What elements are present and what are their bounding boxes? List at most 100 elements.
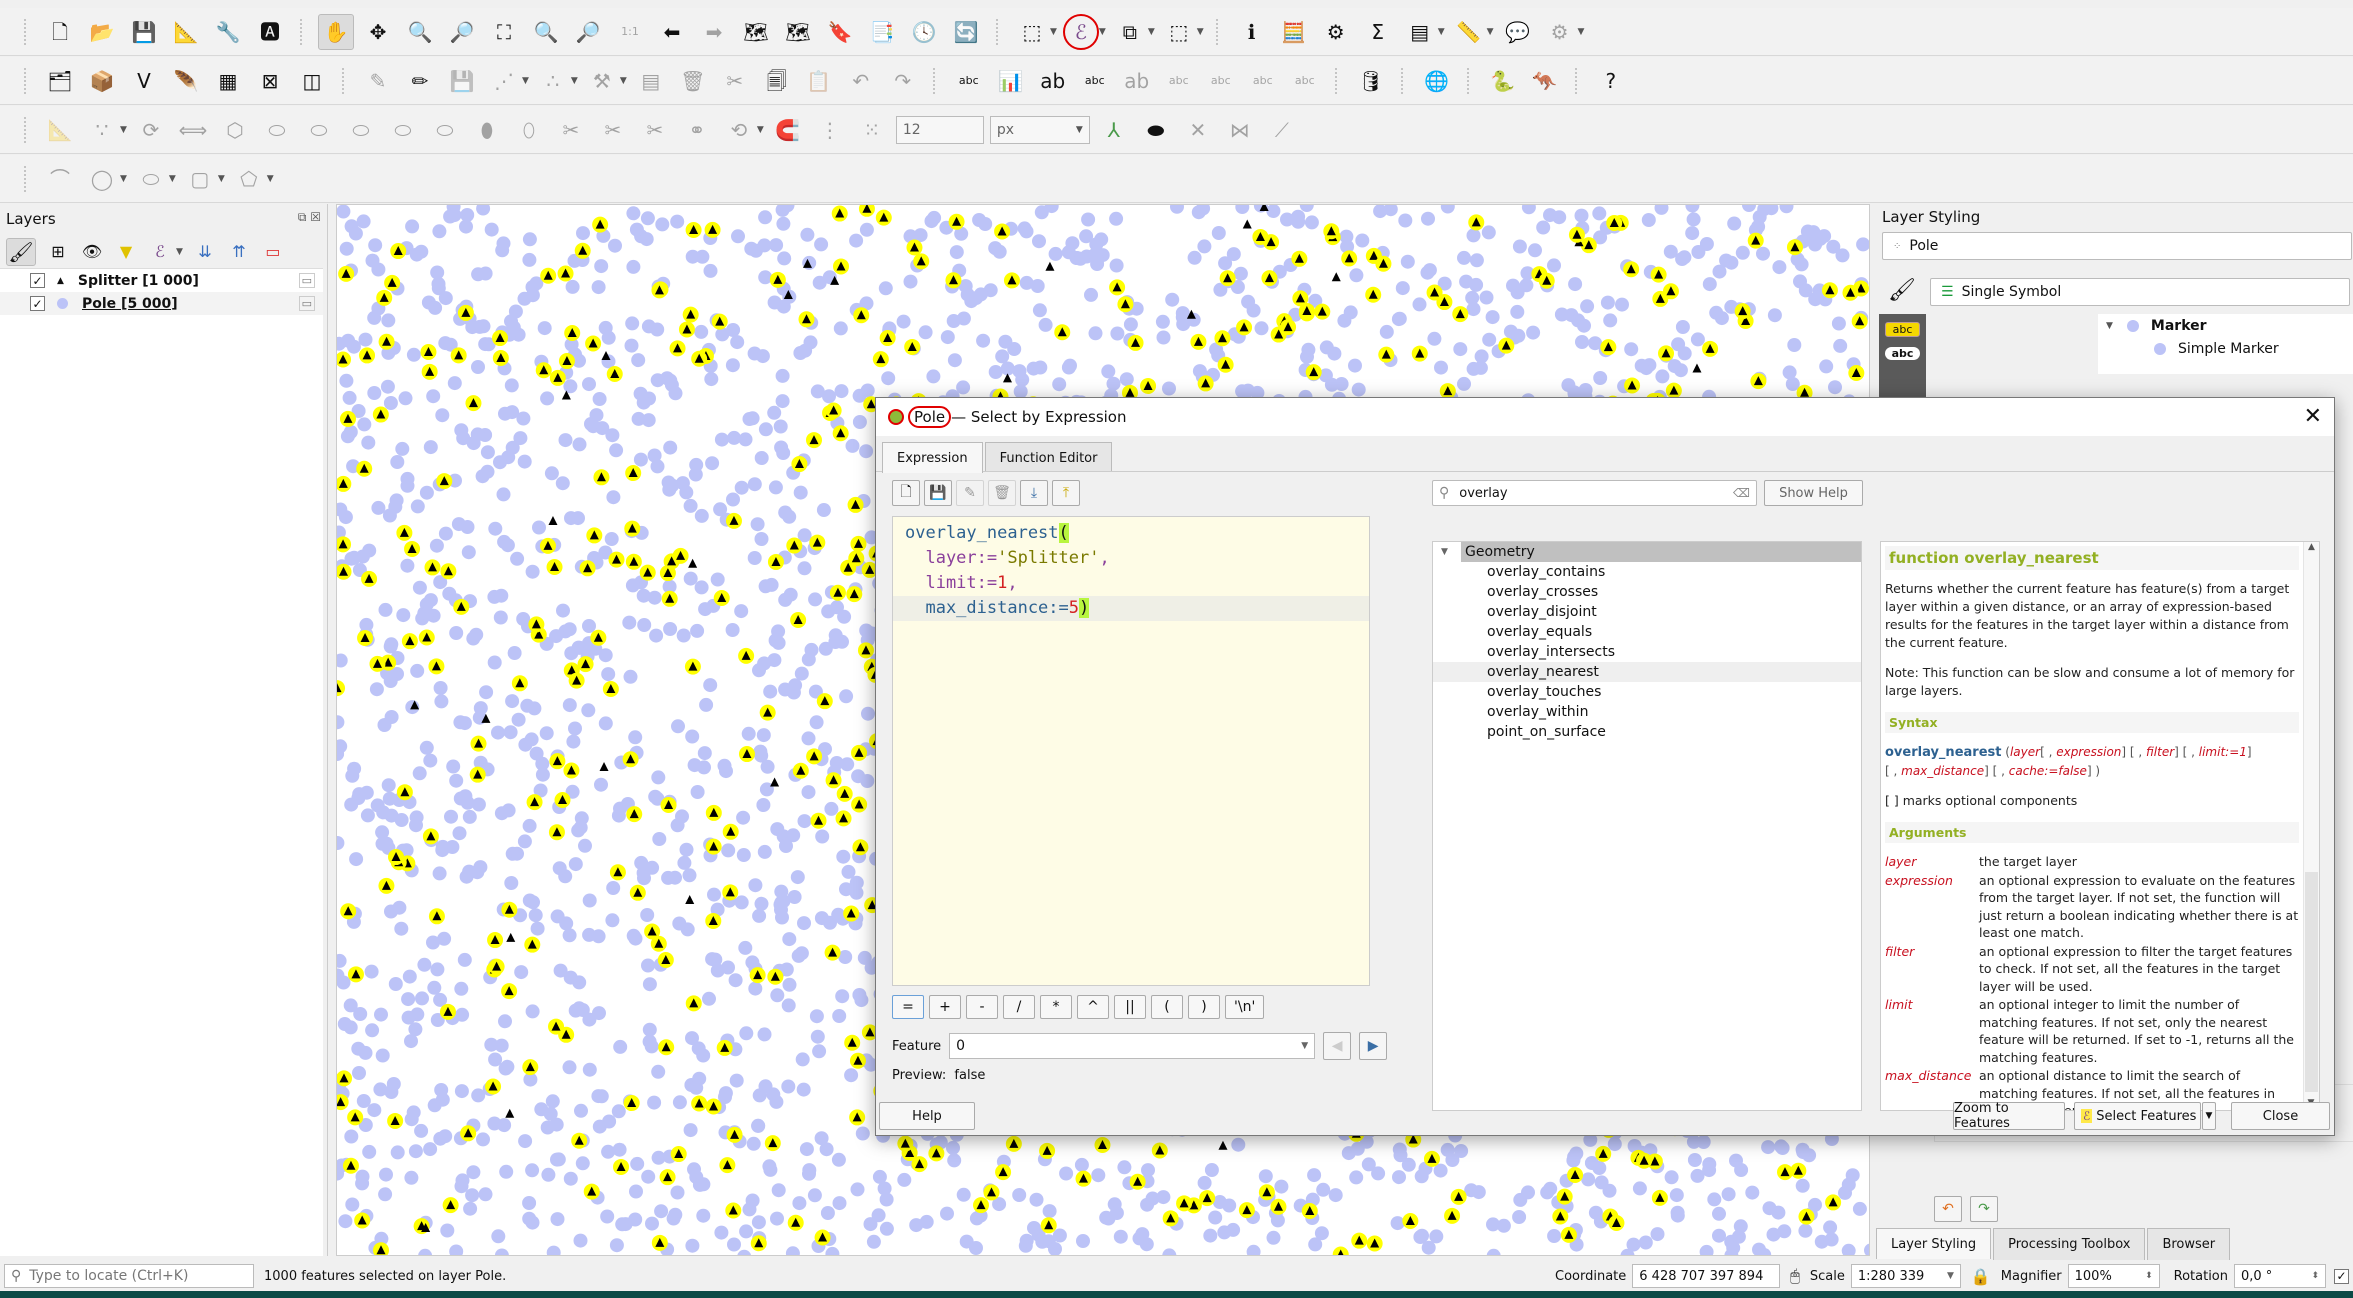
function-group-geometry[interactable]: ▼ Geometry bbox=[1441, 542, 1861, 562]
pin-labels-icon[interactable]: ab bbox=[1035, 63, 1071, 99]
renderer-combo[interactable]: ☰ Single Symbol bbox=[1930, 278, 2350, 306]
function-item[interactable]: overlay_touches bbox=[1433, 682, 1861, 702]
operator-button[interactable]: / bbox=[1003, 995, 1035, 1019]
chevron-down-icon[interactable]: ▼ bbox=[1197, 27, 1204, 37]
zoom-next-icon[interactable]: ➡ bbox=[696, 14, 732, 50]
db-manager-icon[interactable]: 🛢 bbox=[1353, 63, 1389, 99]
toolbar-grip[interactable] bbox=[24, 165, 30, 192]
snapping-mode-icon[interactable]: ⁙ bbox=[854, 112, 890, 148]
layer-visibility-checkbox[interactable]: ✓ bbox=[30, 273, 45, 288]
new-shapefile-layer-icon[interactable]: V bbox=[126, 63, 162, 99]
operator-button[interactable]: ^ bbox=[1077, 995, 1109, 1019]
snapping-tolerance-spinbox[interactable]: 12 bbox=[895, 115, 984, 144]
style-manager-icon[interactable]: 🅰 bbox=[252, 14, 288, 50]
tab-layer-styling[interactable]: Layer Styling bbox=[1876, 1228, 1992, 1259]
zoom-to-features-button[interactable]: Zoom to Features bbox=[1953, 1101, 2065, 1131]
tab-browser[interactable]: Browser bbox=[2147, 1228, 2231, 1260]
zoom-native-icon[interactable]: 1:1 bbox=[612, 14, 648, 50]
zoom-full-icon[interactable]: ⛶ bbox=[486, 14, 522, 50]
select-features-button[interactable]: ℰ Select Features bbox=[2074, 1102, 2201, 1130]
import-expression-icon[interactable]: ⤓ bbox=[1020, 480, 1048, 506]
expand-arrow-icon[interactable]: ▼ bbox=[2106, 321, 2113, 331]
symbol-tree-child[interactable]: Simple Marker bbox=[2178, 341, 2279, 357]
filter-expression-icon[interactable]: ℰ bbox=[148, 234, 172, 270]
rotate-feature-icon[interactable]: ⟳ bbox=[133, 112, 169, 148]
move-label-icon[interactable]: ab bbox=[1119, 63, 1155, 99]
add-ring-icon[interactable]: ⬡ bbox=[217, 112, 253, 148]
zoom-to-selection-icon[interactable]: 🔍 bbox=[528, 14, 564, 50]
function-search-input[interactable]: ⚲ overlay ⌫ bbox=[1432, 480, 1757, 506]
chevron-down-icon[interactable]: ▼ bbox=[1148, 27, 1155, 37]
chevron-down-icon[interactable]: ▼ bbox=[1578, 27, 1585, 37]
scale-combo[interactable]: 1:280 339 ▼ bbox=[1850, 1264, 1961, 1288]
operator-button[interactable]: = bbox=[892, 995, 924, 1019]
new-geopackage-layer-icon[interactable]: 📦 bbox=[84, 63, 120, 99]
layer-name[interactable]: Splitter [1 000] bbox=[78, 273, 199, 289]
layer-name[interactable]: Pole [5 000] bbox=[82, 296, 178, 312]
export-expression-icon[interactable]: ⤒ bbox=[1052, 480, 1080, 506]
shape-digitize-curve-icon[interactable]: ⌒ bbox=[42, 161, 78, 197]
show-bookmarks-icon[interactable]: 📑 bbox=[864, 14, 900, 50]
close-icon[interactable]: ✕ bbox=[2304, 404, 2322, 429]
tab-processing-toolbox[interactable]: Processing Toolbox bbox=[1993, 1228, 2146, 1260]
snapping-magnet-icon[interactable]: 🧲 bbox=[770, 112, 806, 148]
close-button[interactable]: Close bbox=[2231, 1102, 2330, 1130]
redo-icon[interactable]: ↷ bbox=[885, 63, 921, 99]
tab-expression[interactable]: Expression bbox=[882, 442, 983, 473]
select-mode-dropdown[interactable]: ▼ bbox=[2202, 1102, 2216, 1130]
toolbar-grip[interactable] bbox=[24, 18, 30, 45]
previous-feature-icon[interactable]: ◀ bbox=[1323, 1032, 1352, 1060]
undo-icon[interactable]: ↶ bbox=[843, 63, 879, 99]
rotation-spinbox[interactable]: 0,0 ° ⬍ bbox=[2234, 1264, 2326, 1288]
run-action-icon[interactable]: ⚙ bbox=[1542, 14, 1578, 50]
collapse-all-icon[interactable]: ⇈ bbox=[227, 234, 251, 270]
operator-button[interactable]: '\n' bbox=[1225, 995, 1265, 1019]
pan-to-selection-icon[interactable]: ✥ bbox=[360, 14, 396, 50]
toggle-editing-icon[interactable]: ✏ bbox=[402, 63, 438, 99]
new-temporary-layer-icon[interactable]: ▦ bbox=[210, 63, 246, 99]
layer-row[interactable]: ✓ Pole [5 000] ▭ bbox=[0, 292, 323, 315]
add-group-icon[interactable]: ⊞ bbox=[46, 234, 70, 270]
add-point-icon[interactable]: ∴ bbox=[535, 63, 571, 99]
shape-ellipse-icon[interactable]: ⬭ bbox=[133, 161, 169, 197]
feature-combo[interactable]: 0 ▼ bbox=[949, 1033, 1316, 1059]
current-edits-icon[interactable]: ✎ bbox=[360, 63, 396, 99]
render-checkbox[interactable]: ✓ bbox=[2334, 1268, 2349, 1284]
new-mesh-layer-icon[interactable]: ◫ bbox=[294, 63, 330, 99]
delete-selected-icon[interactable]: 🗑 bbox=[675, 63, 711, 99]
refresh-icon[interactable]: 🔄 bbox=[948, 14, 984, 50]
snap-on-intersection-icon[interactable]: ⟋ bbox=[1264, 112, 1300, 148]
filter-legend-icon[interactable]: ▼ bbox=[114, 234, 138, 270]
new-virtual-layer-icon[interactable]: ⊠ bbox=[252, 63, 288, 99]
layer-memory-icon[interactable]: ▭ bbox=[298, 296, 315, 311]
split-parts-icon[interactable]: ✂ bbox=[595, 112, 631, 148]
operator-button[interactable]: ( bbox=[1151, 995, 1183, 1019]
rotate-label-icon[interactable]: abc bbox=[1203, 63, 1239, 99]
highlight-labels-icon[interactable]: abc bbox=[1077, 63, 1113, 99]
chevron-down-icon[interactable]: ▼ bbox=[1050, 27, 1057, 37]
select-by-expression-icon[interactable]: ℰ bbox=[1062, 13, 1099, 50]
edit-expression-icon[interactable]: ✎ bbox=[956, 480, 984, 506]
python-console-icon[interactable]: 🐍 bbox=[1485, 63, 1521, 99]
measure-icon[interactable]: 📏 bbox=[1451, 14, 1487, 50]
chevron-down-icon[interactable]: ▼ bbox=[218, 174, 225, 184]
labels-tab-icon[interactable]: abc bbox=[1885, 322, 1920, 337]
reshape-icon[interactable]: ⬭ bbox=[427, 112, 463, 148]
function-item[interactable]: overlay_nearest bbox=[1433, 662, 1861, 682]
visibility-eye-icon[interactable]: 👁 bbox=[80, 234, 104, 270]
layer-visibility-checkbox[interactable]: ✓ bbox=[30, 296, 45, 311]
operator-button[interactable]: * bbox=[1040, 995, 1072, 1019]
spin-arrows-icon[interactable]: ⬍ bbox=[2145, 1271, 2153, 1281]
layer-select-combo[interactable]: ⁘ Pole bbox=[1882, 232, 2352, 260]
zoom-in-icon[interactable]: 🔍 bbox=[402, 14, 438, 50]
function-item[interactable]: overlay_contains bbox=[1433, 562, 1861, 582]
shape-polygon-icon[interactable]: ⬠ bbox=[231, 161, 267, 197]
pan-map-icon[interactable]: ✋ bbox=[318, 13, 354, 50]
deselect-features-icon[interactable]: ⧉ bbox=[1112, 14, 1148, 50]
open-project-icon[interactable]: 📂 bbox=[84, 14, 120, 50]
save-project-icon[interactable]: 💾 bbox=[126, 14, 162, 50]
chevron-down-icon[interactable]: ▼ bbox=[1099, 27, 1106, 37]
edit-label-icon[interactable]: abc bbox=[1287, 63, 1323, 99]
delete-ring-icon[interactable]: ⬭ bbox=[343, 112, 379, 148]
merge-attributes-icon[interactable]: ⚭ bbox=[679, 112, 715, 148]
